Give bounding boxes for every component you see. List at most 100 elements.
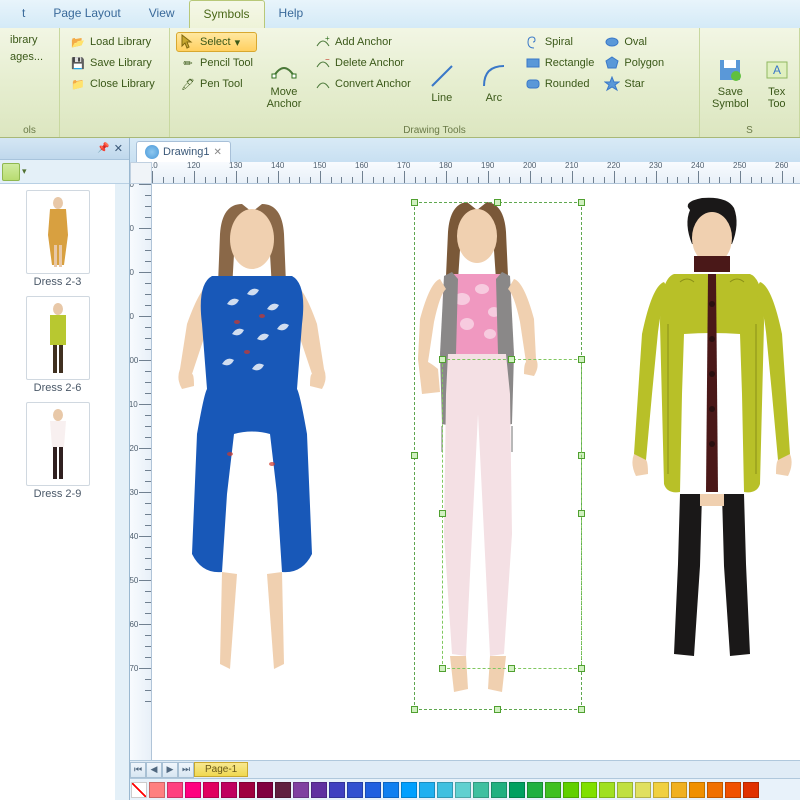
folder-open-icon: 📂 [70,34,86,50]
horizontal-scroll: ⏮ ◀ ▶ ⏭ Page-1 [130,760,800,778]
oval-icon [604,34,620,50]
move-anchor-icon [270,56,298,84]
library-button-1[interactable]: ibrary [6,32,47,48]
swatch[interactable] [167,782,183,798]
tab-help[interactable]: Help [265,0,318,28]
swatch[interactable] [239,782,255,798]
swatch[interactable] [419,782,435,798]
swatch[interactable] [365,782,381,798]
save-icon: 💾 [70,55,86,71]
scroll-prev-button[interactable]: ◀ [146,762,162,778]
library-item-dress-2-9[interactable]: Dress 2-9 [6,402,109,500]
swatch[interactable] [563,782,579,798]
document-tab-drawing1[interactable]: Drawing1 ✕ [136,141,231,162]
swatch[interactable] [689,782,705,798]
rectangle-button[interactable]: Rectangle [521,53,599,73]
load-library-button[interactable]: 📂Load Library [66,32,159,52]
tab-page-layout[interactable]: Page Layout [39,0,134,28]
swatch[interactable] [581,782,597,798]
swatch[interactable] [599,782,615,798]
scroll-first-button[interactable]: ⏮ [130,762,146,778]
text-tool-button[interactable]: ATex Too [757,32,797,133]
swatch[interactable] [275,782,291,798]
sub-selection-box[interactable] [442,359,582,669]
pen-icon: 🖊 [180,76,196,92]
panel-scrollbar[interactable] [115,184,129,800]
ruler-vertical[interactable]: 60708090100110120130140150160170 [130,184,152,760]
convert-anchor-icon [315,76,331,92]
swatch[interactable] [671,782,687,798]
swatch[interactable] [221,782,237,798]
swatch[interactable] [545,782,561,798]
ruler-horizontal[interactable]: 1101201301401501601701801902002102202302… [152,162,800,184]
delete-anchor-button[interactable]: −Delete Anchor [311,53,415,73]
swatch[interactable] [473,782,489,798]
close-library-button[interactable]: 📁Close Library [66,74,159,94]
tab-cut[interactable]: t [8,0,39,28]
swatch[interactable] [347,782,363,798]
swatch[interactable] [401,782,417,798]
swatch[interactable] [185,782,201,798]
swatch[interactable] [383,782,399,798]
swatch[interactable] [725,782,741,798]
select-tool-button[interactable]: Select ▾ [176,32,257,52]
swatch[interactable] [509,782,525,798]
swatch[interactable] [455,782,471,798]
swatch[interactable] [203,782,219,798]
swatch[interactable] [437,782,453,798]
convert-anchor-button[interactable]: Convert Anchor [311,74,415,94]
rectangle-icon [525,55,541,71]
swatch[interactable] [635,782,651,798]
rounded-icon [525,76,541,92]
panel-add-button[interactable] [2,163,20,181]
swatch[interactable] [743,782,759,798]
panel-close-button[interactable]: ✕ [114,142,123,155]
swatch[interactable] [617,782,633,798]
svg-text:A: A [773,63,781,77]
swatch[interactable] [257,782,273,798]
panel-toolbar: ▾ [0,160,129,184]
rounded-button[interactable]: Rounded [521,74,599,94]
save-symbol-button[interactable]: Save Symbol [706,32,755,133]
pencil-tool-button[interactable]: ✏Pencil Tool [176,53,257,73]
pen-tool-button[interactable]: 🖊Pen Tool [176,74,257,94]
close-folder-icon: 📁 [70,76,86,92]
swatch[interactable] [653,782,669,798]
panel-header: 📌 ✕ [0,138,129,160]
swatch[interactable] [527,782,543,798]
swatch[interactable] [149,782,165,798]
swatch-none[interactable] [131,782,147,798]
polygon-button[interactable]: Polygon [600,53,668,73]
scroll-next-button[interactable]: ▶ [162,762,178,778]
library-button-2[interactable]: ages... [6,49,47,65]
tab-view[interactable]: View [135,0,189,28]
library-item-dress-2-3[interactable]: Dress 2-3 [6,190,109,288]
figure-green-coat[interactable] [612,194,800,714]
oval-button[interactable]: Oval [600,32,668,52]
spiral-button[interactable]: Spiral [521,32,599,52]
scroll-last-button[interactable]: ⏭ [178,762,194,778]
panel-pin-button[interactable]: 📌 [97,143,109,154]
swatch[interactable] [311,782,327,798]
arc-tool-button[interactable]: Arc [469,32,519,133]
save-library-button[interactable]: 💾Save Library [66,53,159,73]
ruler-corner [130,162,152,184]
move-anchor-button[interactable]: Move Anchor [259,32,309,133]
library-item-dress-2-6[interactable]: Dress 2-6 [6,296,109,394]
document-close-button[interactable]: ✕ [213,147,221,158]
swatch[interactable] [707,782,723,798]
tab-symbols[interactable]: Symbols [189,0,265,28]
panel-dropdown-icon[interactable]: ▾ [22,166,27,177]
swatch[interactable] [491,782,507,798]
line-tool-button[interactable]: Line [417,32,467,133]
figure-blue-dress[interactable] [152,194,372,714]
star-button[interactable]: Star [600,74,668,94]
page-tab[interactable]: Page-1 [194,762,248,777]
add-anchor-button[interactable]: +Add Anchor [311,32,415,52]
add-anchor-icon: + [315,34,331,50]
delete-anchor-icon: − [315,55,331,71]
swatch[interactable] [329,782,345,798]
svg-text:−: − [325,55,330,64]
canvas[interactable] [152,184,800,760]
swatch[interactable] [293,782,309,798]
